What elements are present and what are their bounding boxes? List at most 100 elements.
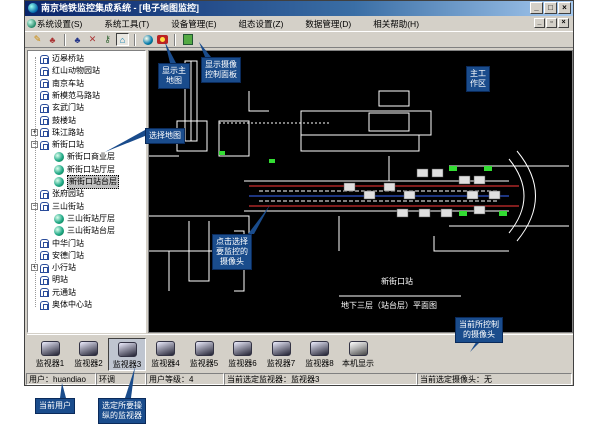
camera-icon[interactable] bbox=[488, 190, 501, 200]
monitor-button[interactable]: 本机显示 bbox=[339, 338, 377, 371]
tree-station-item[interactable]: − 新街口站 bbox=[31, 139, 84, 151]
menu-config-settings[interactable]: 组态设置(Z) bbox=[239, 18, 284, 30]
status-bar: 用户：huandiao 环调 用户等级：4 当前选定监视器：监视器3 当前选定摄… bbox=[25, 373, 573, 385]
tree-item-label: 安德门站 bbox=[52, 250, 84, 260]
tree-station-item[interactable]: 张府园站 bbox=[40, 188, 84, 200]
tree-item-label: 珠江路站 bbox=[52, 127, 84, 137]
station-icon bbox=[40, 288, 49, 298]
camera-icon[interactable] bbox=[418, 208, 431, 218]
tree-station-item[interactable]: 红山动物园站 bbox=[40, 65, 100, 77]
camera-icon[interactable] bbox=[440, 208, 453, 218]
camera-icon[interactable] bbox=[343, 182, 356, 192]
cross-icon[interactable]: ✕ bbox=[86, 33, 99, 46]
menu-help[interactable]: 相关帮助(H) bbox=[373, 18, 419, 30]
camera-icon[interactable] bbox=[396, 208, 409, 218]
show-camera-panel-button[interactable] bbox=[156, 33, 169, 46]
monitor-icon bbox=[233, 341, 252, 356]
camera-icon[interactable] bbox=[383, 182, 396, 192]
users-icon[interactable]: ♣ bbox=[46, 33, 59, 46]
toolbar-separator bbox=[174, 33, 176, 46]
tree-station-item[interactable]: 玄武门站 bbox=[40, 102, 84, 114]
mdi-child-icon[interactable] bbox=[27, 19, 36, 28]
station-icon bbox=[40, 66, 49, 76]
monitor-label: 监视器5 bbox=[189, 359, 219, 368]
close-button[interactable]: × bbox=[558, 2, 571, 14]
camera-icon[interactable] bbox=[363, 190, 376, 200]
monitor-button[interactable]: 监视器2 bbox=[70, 338, 108, 371]
tree-item-label: 新模范马路站 bbox=[52, 90, 100, 100]
tree-station-item[interactable]: + 小行站 bbox=[31, 262, 76, 274]
tree-item-label: 三山街站台层 bbox=[67, 226, 115, 236]
tree-station-item[interactable]: 元通站 bbox=[40, 287, 76, 299]
monitor-icon bbox=[117, 342, 137, 357]
menu-data-management[interactable]: 数据管理(D) bbox=[305, 18, 351, 30]
monitor-button[interactable]: 监视器6 bbox=[224, 338, 262, 371]
home-icon[interactable]: ⌂ bbox=[116, 33, 129, 46]
tree-station-item[interactable]: 中华门站 bbox=[40, 238, 84, 250]
mdi-close-button[interactable]: × bbox=[558, 18, 569, 28]
tree-item-label: 新街口站 bbox=[52, 140, 84, 150]
tree-map-item[interactable]: 新街口商业层 bbox=[54, 151, 115, 163]
callout-current-user: 当前用户 bbox=[35, 398, 75, 414]
globe-icon bbox=[54, 177, 64, 187]
tree-station-item[interactable]: 新模范马路站 bbox=[40, 90, 100, 102]
camera-icon[interactable] bbox=[403, 190, 416, 200]
tree-station-item[interactable]: 南京车站 bbox=[40, 78, 84, 90]
key-icon[interactable]: ⚷ bbox=[101, 33, 114, 46]
status-user: 用户：huandiao bbox=[26, 373, 96, 385]
exit-button[interactable] bbox=[181, 33, 194, 46]
tree-station-item[interactable]: 奥体中心站 bbox=[40, 299, 92, 311]
tree-station-item[interactable]: − 三山街站 bbox=[31, 201, 84, 213]
camera-icon[interactable] bbox=[431, 168, 444, 178]
station-icon bbox=[40, 140, 49, 150]
tree-station-item[interactable]: 鼓楼站 bbox=[40, 115, 76, 127]
group-icon[interactable]: ♣ bbox=[71, 33, 84, 46]
monitor-icon bbox=[310, 341, 329, 356]
mdi-minimize-button[interactable]: _ bbox=[534, 18, 545, 28]
camera-icon[interactable] bbox=[416, 168, 429, 178]
tree-item-label: 元通站 bbox=[52, 287, 76, 297]
menu-system-settings[interactable]: 系统设置(S) bbox=[37, 18, 82, 30]
monitor-button[interactable]: 监视器5 bbox=[185, 338, 223, 371]
map-work-area[interactable]: 新街口站 地下三层（站台层）平面图 bbox=[148, 50, 573, 333]
pencil-icon[interactable]: ✎ bbox=[31, 33, 44, 46]
tree-station-item[interactable]: + 珠江路站 bbox=[31, 127, 84, 139]
status-current-camera: 当前选定摄像头：无 bbox=[417, 373, 572, 385]
maximize-button[interactable]: □ bbox=[544, 2, 557, 14]
tree-item-label: 玄武门站 bbox=[52, 103, 84, 113]
toolbar: ✎ ♣ ♣ ✕ ⚷ ⌂ bbox=[25, 31, 573, 48]
mdi-controls: _ ▫ × bbox=[534, 18, 569, 28]
monitor-button[interactable]: 监视器7 bbox=[262, 338, 300, 371]
title-bar[interactable]: 南京地铁监控集成系统 - [电子地图监控] _ □ × bbox=[25, 1, 573, 16]
monitor-button[interactable]: 监视器1 bbox=[31, 338, 69, 371]
station-tree[interactable]: 迈皋桥站 红山动物园站 南京车站 新模范马路站 玄武门站 鼓楼站 + 珠江路站 − 新街口站 新街口… bbox=[27, 50, 146, 333]
monitor-button[interactable]: 监视器8 bbox=[301, 338, 339, 371]
minimize-button[interactable]: _ bbox=[530, 2, 543, 14]
show-map-button[interactable] bbox=[141, 33, 154, 46]
monitor-icon bbox=[79, 341, 98, 356]
camera-icon[interactable] bbox=[466, 190, 479, 200]
station-icon bbox=[40, 251, 49, 261]
tree-station-item[interactable]: 明站 bbox=[40, 274, 68, 286]
tree-station-item[interactable]: 迈皋桥站 bbox=[40, 53, 84, 65]
monitor-button[interactable]: 监视器4 bbox=[147, 338, 185, 371]
camera-icon[interactable] bbox=[473, 205, 486, 215]
camera-icon[interactable] bbox=[458, 175, 471, 185]
tree-map-item[interactable]: 新街口站台层 bbox=[54, 175, 119, 189]
camera-icon[interactable] bbox=[473, 175, 486, 185]
tree-map-item[interactable]: 三山街站厅层 bbox=[54, 213, 115, 225]
mdi-restore-button[interactable]: ▫ bbox=[546, 18, 557, 28]
callout-current-camera: 当前所控制 的摄像头 bbox=[455, 317, 503, 343]
status-current-monitor: 当前选定监视器：监视器3 bbox=[224, 373, 417, 385]
menu-device-management[interactable]: 设备管理(E) bbox=[171, 18, 216, 30]
globe-icon bbox=[54, 164, 64, 175]
menu-system-tools[interactable]: 系统工具(T) bbox=[104, 18, 149, 30]
tree-item-label: 奥体中心站 bbox=[52, 300, 92, 309]
tree-station-item[interactable]: 安德门站 bbox=[40, 250, 84, 262]
tree-item-label: 小行站 bbox=[52, 263, 76, 273]
monitor-label: 监视器1 bbox=[35, 359, 65, 368]
monitor-button[interactable]: 监视器3 bbox=[108, 338, 146, 371]
tree-item-label: 明站 bbox=[52, 275, 68, 285]
tree-map-item[interactable]: 新街口站厅层 bbox=[54, 164, 115, 176]
tree-map-item[interactable]: 三山街站台层 bbox=[54, 225, 115, 237]
